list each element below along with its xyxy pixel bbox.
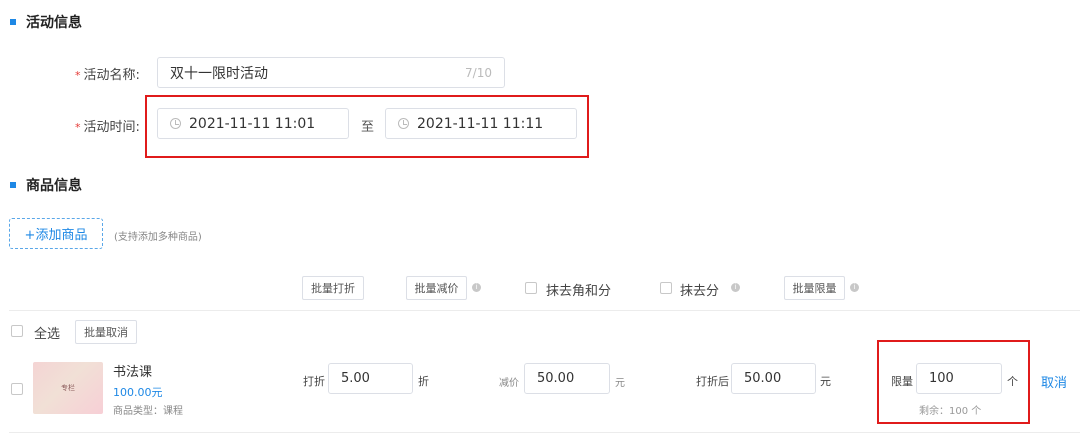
activity-name-counter: 7/10 bbox=[465, 65, 492, 80]
product-section-header: 商品信息 bbox=[10, 175, 82, 195]
reduce-unit: 元 bbox=[615, 378, 625, 389]
batch-discount-button[interactable]: 批量打折 bbox=[302, 276, 364, 300]
batch-cancel-button[interactable]: 批量取消 bbox=[75, 320, 137, 344]
batch-reduce-button[interactable]: 批量减价 bbox=[406, 276, 467, 300]
reduce-input[interactable]: 50.00 bbox=[524, 363, 610, 394]
product-type: 商品类型：课程 bbox=[113, 406, 183, 417]
round-jiao-fen-label: 抹去角和分 bbox=[546, 284, 612, 299]
select-all-checkbox[interactable] bbox=[11, 325, 23, 337]
product-checkbox[interactable] bbox=[11, 383, 23, 395]
discount-unit: 折 bbox=[418, 375, 429, 388]
add-product-button[interactable]: +添加商品 bbox=[9, 218, 103, 249]
limit-highlight-box bbox=[877, 340, 1030, 424]
add-product-hint: (支持添加多种商品) bbox=[114, 232, 202, 243]
info-icon[interactable]: i bbox=[472, 283, 481, 292]
reduce-label: 减价 bbox=[499, 378, 519, 389]
product-row-divider bbox=[9, 432, 1080, 433]
toolbar-divider bbox=[9, 310, 1080, 311]
round-fen-label: 抹去分 bbox=[680, 284, 720, 299]
round-jiao-fen-checkbox[interactable] bbox=[525, 282, 537, 294]
product-thumbnail: 专栏 bbox=[33, 362, 103, 414]
activity-section-title: 活动信息 bbox=[26, 15, 82, 31]
batch-limit-button[interactable]: 批量限量 bbox=[784, 276, 845, 300]
cancel-product-link[interactable]: 取消 bbox=[1041, 372, 1067, 391]
after-discount-input[interactable]: 50.00 bbox=[731, 363, 816, 394]
thumbnail-caption: 专栏 bbox=[61, 384, 75, 392]
product-section-title: 商品信息 bbox=[26, 178, 82, 194]
required-mark: * bbox=[75, 121, 81, 134]
discount-label: 打折 bbox=[303, 375, 325, 388]
activity-section-header: 活动信息 bbox=[10, 12, 82, 32]
section-marker bbox=[10, 19, 16, 25]
discount-input[interactable]: 5.00 bbox=[328, 363, 413, 394]
select-all-label: 全选 bbox=[34, 327, 61, 342]
activity-name-value: 双十一限时活动 bbox=[170, 65, 268, 82]
required-mark: * bbox=[75, 69, 81, 82]
activity-name-input[interactable]: 双十一限时活动 7/10 bbox=[157, 57, 505, 88]
after-discount-label: 打折后 bbox=[696, 375, 729, 388]
info-icon[interactable]: i bbox=[850, 283, 859, 292]
after-discount-unit: 元 bbox=[820, 375, 831, 388]
activity-name-label: * 活动名称: bbox=[75, 68, 140, 83]
info-icon[interactable]: i bbox=[731, 283, 740, 292]
section-marker bbox=[10, 182, 16, 188]
activity-time-label: * 活动时间: bbox=[75, 120, 140, 135]
product-name: 书法课 bbox=[113, 365, 153, 380]
product-price: 100.00元 bbox=[113, 386, 163, 399]
time-highlight-box bbox=[145, 95, 589, 158]
round-fen-checkbox[interactable] bbox=[660, 282, 672, 294]
